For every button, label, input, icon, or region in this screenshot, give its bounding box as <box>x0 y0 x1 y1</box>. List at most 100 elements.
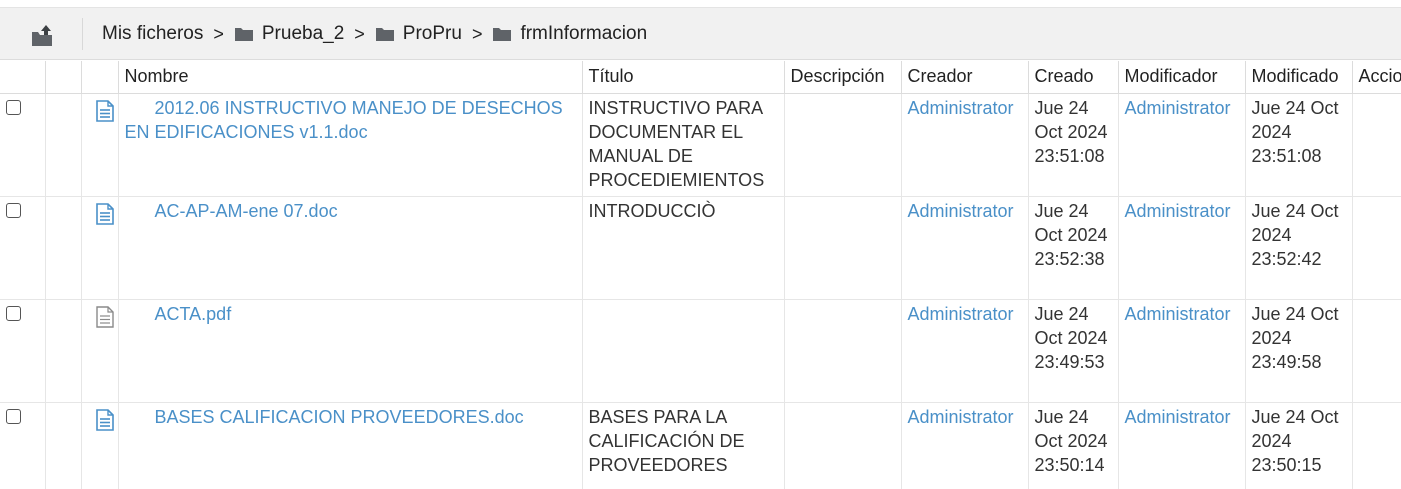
breadcrumb-root-label: Mis ficheros <box>102 23 204 44</box>
file-name-link[interactable]: 2012.06 INSTRUCTIVO MANEJO DE DESECHOS E… <box>125 98 563 142</box>
file-table-container: Nombre Título Descripción Creador Creado… <box>0 61 1401 489</box>
icon-cell <box>81 299 119 403</box>
header-titulo[interactable]: Título <box>582 61 785 94</box>
header-descripcion[interactable]: Descripción <box>784 61 902 94</box>
created-cell: Jue 24 Oct 2024 23:50:14 <box>1028 402 1119 489</box>
modifier-cell: Administrator <box>1118 196 1246 300</box>
header-modificador[interactable]: Modificador <box>1118 61 1246 94</box>
modifier-cell: Administrator <box>1118 402 1246 489</box>
created-cell: Jue 24 Oct 2024 23:51:08 <box>1028 93 1119 197</box>
table-row: AC-AP-AM-ene 07.doc INTRODUCCIÒ Administ… <box>0 196 1401 300</box>
modifier-link[interactable]: Administrator <box>1125 304 1231 324</box>
header-creado[interactable]: Creado <box>1028 61 1119 94</box>
title-cell: BASES PARA LA CALIFICACIÓN DE PROVEEDORE… <box>582 402 785 489</box>
description-cell <box>784 93 902 197</box>
breadcrumb-root[interactable]: Mis ficheros <box>102 23 203 45</box>
modified-cell: Jue 24 Oct 2024 23:51:08 <box>1245 93 1353 197</box>
table-row: 2012.06 INSTRUCTIVO MANEJO DE DESECHOS E… <box>0 93 1401 197</box>
select-cell <box>0 299 46 403</box>
file-name-link[interactable]: ACTA.pdf <box>125 304 232 324</box>
table-row: ACTA.pdf Administrator Jue 24 Oct 2024 2… <box>0 299 1401 403</box>
select-cell <box>0 93 46 197</box>
modified-cell: Jue 24 Oct 2024 23:50:15 <box>1245 402 1353 489</box>
created-cell: Jue 24 Oct 2024 23:52:38 <box>1028 196 1119 300</box>
modified-cell: Jue 24 Oct 2024 23:49:58 <box>1245 299 1353 403</box>
modifier-link[interactable]: Administrator <box>1125 98 1231 118</box>
modifier-cell: Administrator <box>1118 299 1246 403</box>
breadcrumb: Mis ficheros > Prueba_2 > ProPru > frmIn… <box>102 21 647 47</box>
table-header-row: Nombre Título Descripción Creador Creado… <box>0 61 1401 94</box>
header-creador[interactable]: Creador <box>901 61 1029 94</box>
row-checkbox[interactable] <box>6 202 21 218</box>
name-cell: AC-AP-AM-ene 07.doc <box>118 196 583 300</box>
file-name-link[interactable]: BASES CALIFICACION PROVEEDORES.doc <box>125 407 524 427</box>
breadcrumb-folder-label: frmInformacion <box>520 23 648 44</box>
document-blue-icon <box>95 99 114 122</box>
modified-cell: Jue 24 Oct 2024 23:52:42 <box>1245 196 1353 300</box>
header-acciones: Accio <box>1352 61 1401 94</box>
breadcrumb-folder-prueba-2[interactable]: Prueba_2 <box>234 23 344 45</box>
blank-cell <box>45 196 82 300</box>
breadcrumb-folder-propru[interactable]: ProPru <box>375 23 462 45</box>
file-name-link[interactable]: AC-AP-AM-ene 07.doc <box>125 201 338 221</box>
actions-cell <box>1352 299 1401 403</box>
file-table: Nombre Título Descripción Creador Creado… <box>0 61 1401 489</box>
breadcrumb-separator: > <box>471 23 483 44</box>
header-blank <box>45 61 82 94</box>
name-cell: ACTA.pdf <box>118 299 583 403</box>
modifier-link[interactable]: Administrator <box>1125 201 1231 221</box>
title-cell: INTRODUCCIÒ <box>582 196 785 300</box>
description-cell <box>784 299 902 403</box>
toolbar-separator <box>82 18 83 50</box>
modifier-link[interactable]: Administrator <box>1125 407 1231 427</box>
breadcrumb-folder-label: ProPru <box>402 23 462 44</box>
document-blue-icon <box>95 202 114 225</box>
breadcrumb-folder-label: Prueba_2 <box>261 23 345 44</box>
row-checkbox[interactable] <box>6 305 21 321</box>
description-cell <box>784 196 902 300</box>
upload-up-button[interactable] <box>28 22 58 48</box>
folder-icon <box>375 28 394 41</box>
actions-cell <box>1352 402 1401 489</box>
icon-cell <box>81 402 119 489</box>
header-type <box>81 61 119 94</box>
select-cell <box>0 402 46 489</box>
document-gray-icon <box>95 305 114 328</box>
title-cell <box>582 299 785 403</box>
creator-link[interactable]: Administrator <box>908 407 1014 427</box>
creator-cell: Administrator <box>901 402 1029 489</box>
table-row: BASES CALIFICACION PROVEEDORES.doc BASES… <box>0 402 1401 489</box>
creator-cell: Administrator <box>901 93 1029 197</box>
modifier-cell: Administrator <box>1118 93 1246 197</box>
row-checkbox[interactable] <box>6 99 21 115</box>
blank-cell <box>45 93 82 197</box>
name-cell: BASES CALIFICACION PROVEEDORES.doc <box>118 402 583 489</box>
folder-icon <box>493 28 512 41</box>
creator-cell: Administrator <box>901 299 1029 403</box>
icon-cell <box>81 196 119 300</box>
select-cell <box>0 196 46 300</box>
top-strip <box>0 0 1401 8</box>
name-cell: 2012.06 INSTRUCTIVO MANEJO DE DESECHOS E… <box>118 93 583 197</box>
creator-link[interactable]: Administrator <box>908 304 1014 324</box>
blank-cell <box>45 402 82 489</box>
creator-link[interactable]: Administrator <box>908 98 1014 118</box>
header-nombre[interactable]: Nombre <box>118 61 583 94</box>
description-cell <box>784 402 902 489</box>
folder-icon <box>234 28 253 41</box>
icon-cell <box>81 93 119 197</box>
row-checkbox[interactable] <box>6 408 21 424</box>
actions-cell <box>1352 93 1401 197</box>
created-cell: Jue 24 Oct 2024 23:49:53 <box>1028 299 1119 403</box>
creator-link[interactable]: Administrator <box>908 201 1014 221</box>
breadcrumb-separator: > <box>213 23 224 44</box>
document-blue-icon <box>95 408 114 431</box>
breadcrumb-separator: > <box>354 23 365 44</box>
title-cell: INSTRUCTIVO PARA DOCUMENTAR EL MANUAL DE… <box>582 93 785 197</box>
toolbar: Mis ficheros > Prueba_2 > ProPru > frmIn… <box>0 8 1401 60</box>
creator-cell: Administrator <box>901 196 1029 300</box>
header-modificado[interactable]: Modificado <box>1245 61 1353 94</box>
breadcrumb-folder-frminformacion[interactable]: frmInformacion <box>492 23 647 45</box>
blank-cell <box>45 299 82 403</box>
upload-icon <box>32 25 52 46</box>
